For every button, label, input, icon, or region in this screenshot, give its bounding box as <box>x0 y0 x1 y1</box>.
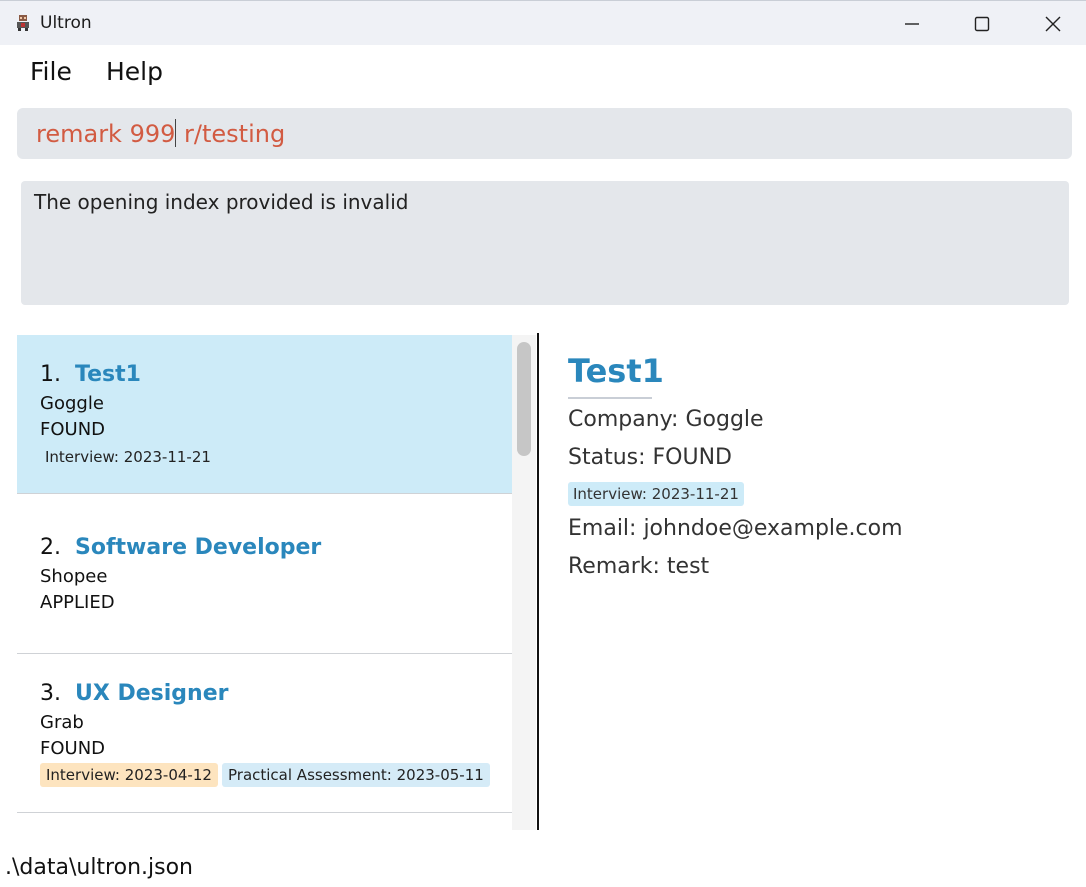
opening-list[interactable]: 1. Test1 Goggle FOUND Interview: 2023-11-… <box>17 335 512 830</box>
card-status: FOUND <box>40 419 106 440</box>
title-bar: Ultron <box>0 0 1086 45</box>
list-item[interactable]: 1. Test1 Goggle FOUND Interview: 2023-11-… <box>17 335 512 494</box>
card-name: Software Developer <box>75 535 322 560</box>
scrollbar-thumb[interactable] <box>517 342 531 456</box>
detail-title: Test1 <box>568 352 664 390</box>
card-company: Shopee <box>40 566 108 587</box>
detail-title-underline <box>568 397 652 399</box>
detail-email: Email: johndoe@example.com <box>568 516 903 541</box>
card-status: APPLIED <box>40 592 115 613</box>
card-title: 2. Software Developer <box>40 535 322 560</box>
app-robot-icon <box>14 14 32 32</box>
card-status: FOUND <box>40 738 106 759</box>
card-title: 1. Test1 <box>40 362 141 387</box>
detail-company: Company: Goggle <box>568 407 764 432</box>
card-name: Test1 <box>75 362 141 387</box>
close-icon <box>1045 16 1061 32</box>
detail-remark: Remark: test <box>568 554 710 579</box>
result-message: The opening index provided is invalid <box>34 190 409 214</box>
close-button[interactable] <box>1018 1 1086 46</box>
interview-tag: Interview: 2023-11-21 <box>45 448 211 466</box>
panel-divider <box>537 333 539 830</box>
card-name: UX Designer <box>75 681 229 706</box>
command-text: remark 999 r/testing <box>36 119 286 148</box>
detail-status: Status: FOUND <box>568 445 732 470</box>
assessment-tag: Practical Assessment: 2023-05-11 <box>222 763 490 787</box>
card-company: Goggle <box>40 393 104 414</box>
list-item[interactable]: 2. Software Developer Shopee APPLIED <box>17 494 512 654</box>
window-title: Ultron <box>40 13 92 33</box>
maximize-icon <box>974 16 990 32</box>
status-bar-path: .\data\ultron.json <box>5 855 193 880</box>
list-item[interactable]: 3. UX Designer Grab FOUND Interview: 2023… <box>17 654 512 813</box>
command-input[interactable]: remark 999 r/testing <box>17 108 1072 159</box>
menu-file[interactable]: File <box>30 57 72 86</box>
detail-interview-tag: Interview: 2023-11-21 <box>568 482 744 506</box>
result-display[interactable]: The opening index provided is invalid <box>21 181 1069 305</box>
card-title: 3. UX Designer <box>40 681 229 706</box>
menu-bar: File Help <box>0 45 1086 99</box>
maximize-button[interactable] <box>947 1 1017 46</box>
interview-tag: Interview: 2023-04-12 <box>40 763 218 787</box>
card-company: Grab <box>40 712 84 733</box>
minimize-icon <box>905 23 919 25</box>
menu-help[interactable]: Help <box>106 57 163 86</box>
list-scrollbar[interactable] <box>512 335 536 830</box>
minimize-button[interactable] <box>877 1 947 46</box>
